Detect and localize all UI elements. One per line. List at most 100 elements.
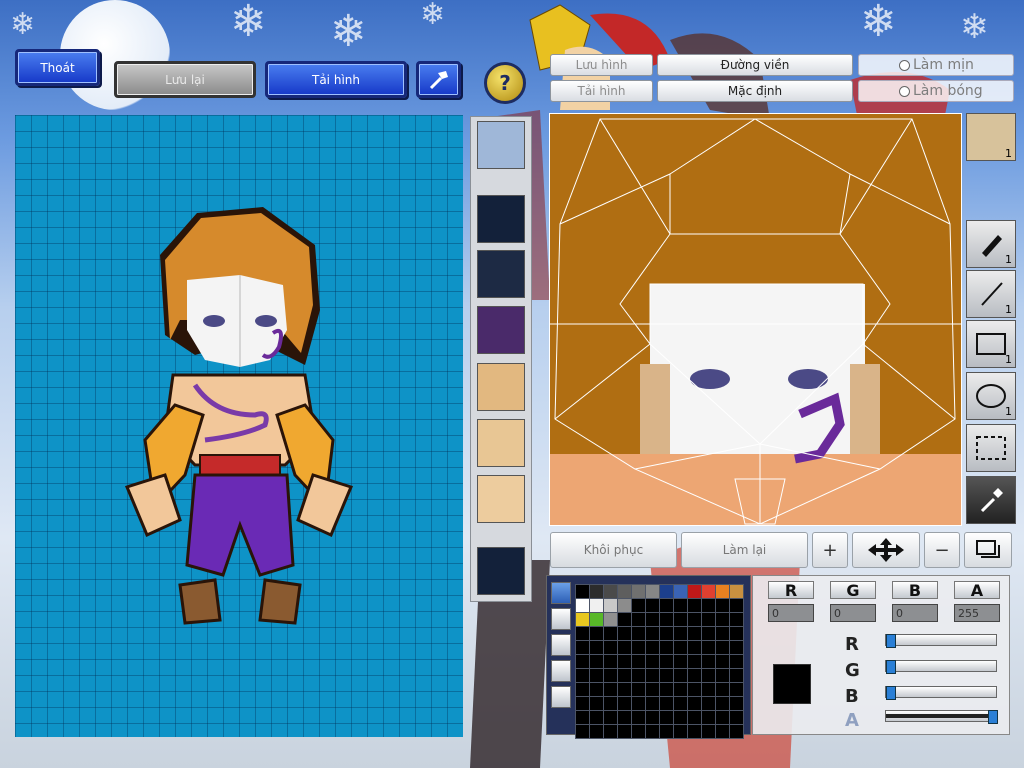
palette-cell[interactable] [604, 613, 617, 626]
palette-cell[interactable] [660, 697, 673, 710]
zoom-out-button[interactable]: − [924, 532, 960, 568]
palette-cell[interactable] [702, 655, 715, 668]
palette-cell[interactable] [632, 697, 645, 710]
palette-cell[interactable] [590, 613, 603, 626]
part-slot[interactable] [477, 195, 525, 243]
line-tool-button[interactable]: 1 [966, 270, 1016, 318]
exit-button[interactable]: Thoát [15, 49, 100, 86]
zoom-in-button[interactable]: + [812, 532, 848, 568]
green-value-field[interactable]: 0 [830, 604, 876, 622]
palette-cell[interactable] [576, 725, 589, 738]
palette-cell[interactable] [730, 585, 743, 598]
palette-cell[interactable] [730, 683, 743, 696]
palette-cell[interactable] [702, 613, 715, 626]
palette-cell[interactable] [646, 655, 659, 668]
palette-cell[interactable] [632, 655, 645, 668]
part-slot[interactable] [477, 547, 525, 595]
palette-cell[interactable] [688, 711, 701, 724]
palette-cell[interactable] [660, 627, 673, 640]
palette-cell[interactable] [576, 599, 589, 612]
palette-grid[interactable] [575, 584, 744, 739]
palette-cell[interactable] [590, 585, 603, 598]
palette-cell[interactable] [632, 613, 645, 626]
rectangle-tool-button[interactable]: 1 [966, 320, 1016, 368]
palette-cell[interactable] [674, 613, 687, 626]
palette-cell[interactable] [660, 585, 673, 598]
character-preview-canvas[interactable] [15, 115, 463, 737]
palette-cell[interactable] [716, 683, 729, 696]
palette-cell[interactable] [660, 683, 673, 696]
palette-cell[interactable] [716, 627, 729, 640]
help-icon[interactable]: ? [484, 62, 526, 104]
palette-cell[interactable] [604, 641, 617, 654]
texture-editor-canvas[interactable] [549, 113, 962, 526]
palette-cell[interactable] [730, 627, 743, 640]
palette-cell[interactable] [688, 683, 701, 696]
palette-cell[interactable] [590, 641, 603, 654]
restore-button[interactable]: Khôi phục [550, 532, 677, 568]
palette-cell[interactable] [604, 655, 617, 668]
eyedropper-tool-button[interactable] [966, 476, 1016, 524]
palette-cell[interactable] [660, 711, 673, 724]
blue-slider[interactable] [885, 686, 997, 700]
layer-view-button[interactable] [964, 532, 1012, 568]
part-slot-eyes[interactable] [477, 363, 525, 411]
palette-cell[interactable] [590, 711, 603, 724]
ellipse-tool-button[interactable]: 1 [966, 372, 1016, 420]
palette-page-button[interactable] [551, 582, 571, 604]
palette-cell[interactable] [702, 683, 715, 696]
palette-cell[interactable] [688, 627, 701, 640]
palette-cell[interactable] [688, 613, 701, 626]
alpha-value-field[interactable]: 255 [954, 604, 1000, 622]
palette-cell[interactable] [674, 641, 687, 654]
palette-cell[interactable] [730, 697, 743, 710]
palette-cell[interactable] [576, 585, 589, 598]
palette-cell[interactable] [674, 585, 687, 598]
palette-cell[interactable] [688, 697, 701, 710]
part-slot-mouth[interactable] [477, 475, 525, 523]
palette-cell[interactable] [730, 655, 743, 668]
palette-cell[interactable] [618, 627, 631, 640]
palette-cell[interactable] [604, 585, 617, 598]
select-tool-button[interactable] [966, 424, 1016, 472]
palette-cell[interactable] [688, 585, 701, 598]
palette-cell[interactable] [604, 725, 617, 738]
palette-cell[interactable] [632, 585, 645, 598]
palette-cell[interactable] [590, 697, 603, 710]
default-button[interactable]: Mặc định [657, 80, 853, 102]
palette-cell[interactable] [688, 725, 701, 738]
palette-cell[interactable] [674, 697, 687, 710]
palette-cell[interactable] [688, 655, 701, 668]
save-image-button[interactable]: Lưu hình [550, 54, 653, 76]
palette-cell[interactable] [590, 599, 603, 612]
palette-cell[interactable] [604, 627, 617, 640]
palette-cell[interactable] [618, 725, 631, 738]
palette-cell[interactable] [730, 711, 743, 724]
palette-cell[interactable] [730, 725, 743, 738]
palette-cell[interactable] [716, 725, 729, 738]
part-slot-nose[interactable] [477, 419, 525, 467]
palette-cell[interactable] [660, 613, 673, 626]
palette-cell[interactable] [632, 641, 645, 654]
palette-cell[interactable] [660, 669, 673, 682]
palette-cell[interactable] [590, 683, 603, 696]
palette-page-button[interactable] [551, 660, 571, 682]
palette-cell[interactable] [702, 599, 715, 612]
part-slot-face[interactable] [477, 121, 525, 169]
palette-cell[interactable] [730, 613, 743, 626]
palette-cell[interactable] [702, 697, 715, 710]
palette-cell[interactable] [660, 655, 673, 668]
palette-page-button[interactable] [551, 608, 571, 630]
palette-cell[interactable] [576, 655, 589, 668]
palette-cell[interactable] [604, 683, 617, 696]
palette-cell[interactable] [716, 669, 729, 682]
palette-cell[interactable] [646, 585, 659, 598]
palette-cell[interactable] [576, 669, 589, 682]
palette-cell[interactable] [646, 669, 659, 682]
palette-cell[interactable] [730, 599, 743, 612]
palette-cell[interactable] [618, 613, 631, 626]
palette-cell[interactable] [576, 683, 589, 696]
palette-cell[interactable] [576, 627, 589, 640]
palette-cell[interactable] [590, 655, 603, 668]
part-slot-outfit[interactable] [477, 306, 525, 354]
